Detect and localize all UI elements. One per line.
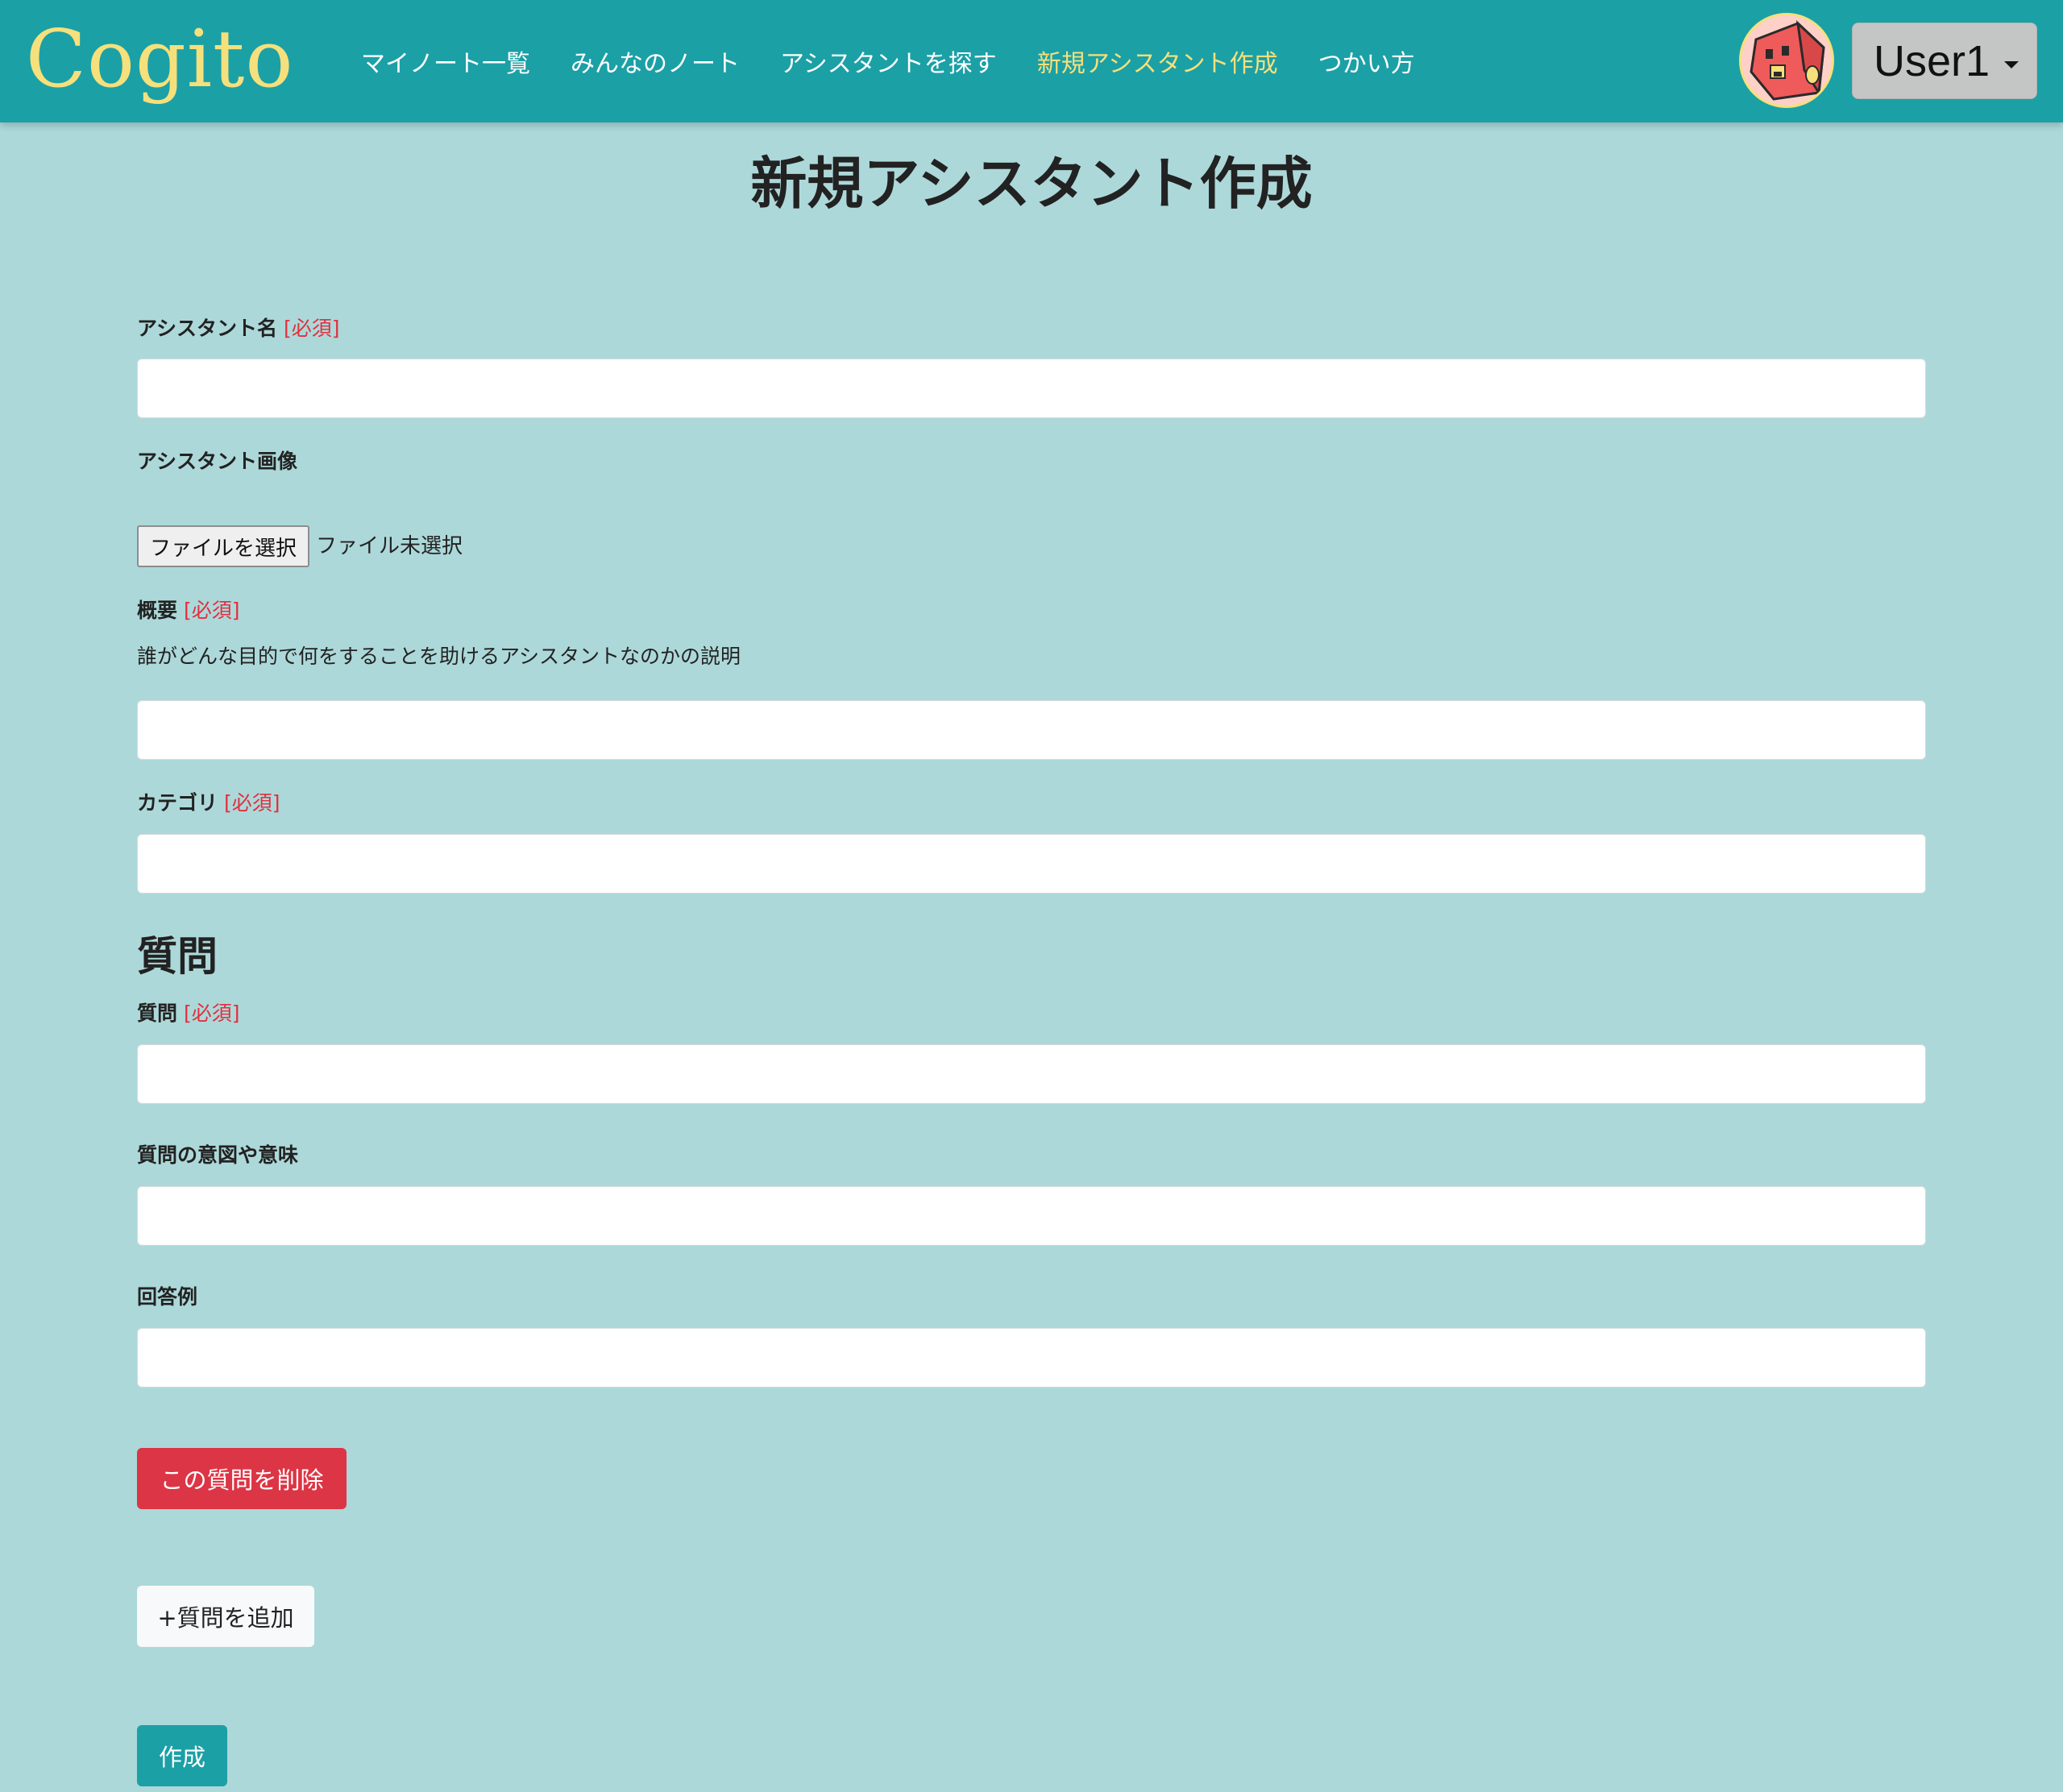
file-status-text: ファイル未選択 <box>316 534 463 558</box>
question-label-text: 質問 <box>137 1002 178 1025</box>
summary-label-text: 概要 <box>137 599 178 622</box>
answer-example-input[interactable] <box>137 1328 1926 1388</box>
user-menu-label: User1 <box>1874 36 1990 85</box>
nav-new-assistant[interactable]: 新規アシスタント作成 <box>1037 44 1278 79</box>
delete-question-button[interactable]: この質問を削除 <box>137 1448 347 1509</box>
add-question-button[interactable]: +質問を追加 <box>137 1586 314 1647</box>
question-intent-input[interactable] <box>137 1186 1926 1246</box>
file-select-button[interactable]: ファイルを選択 <box>137 525 310 567</box>
assistant-image-label-text: アシスタント画像 <box>137 450 298 473</box>
red-cube-character-avatar-icon <box>1741 15 1832 106</box>
main-nav: マイノート一覧 みんなのノート アシスタントを探す 新規アシスタント作成 つかい… <box>361 0 1455 122</box>
user-menu-button[interactable]: User1 <box>1852 23 2037 99</box>
caret-down-icon <box>2004 61 2019 68</box>
question-input[interactable] <box>137 1044 1926 1104</box>
required-badge: [必須] <box>224 791 280 815</box>
answer-example-label: 回答例 <box>137 1283 197 1312</box>
assistant-name-label-text: アシスタント名 <box>137 317 278 340</box>
required-badge: [必須] <box>184 599 240 622</box>
top-navbar: Cogito マイノート一覧 みんなのノート アシスタントを探す 新規アシスタン… <box>0 0 2063 122</box>
assistant-image-label: アシスタント画像 <box>137 447 297 476</box>
required-badge: [必須] <box>184 1002 240 1025</box>
brand-logo[interactable]: Cogito <box>26 11 293 108</box>
answer-example-label-text: 回答例 <box>137 1285 198 1309</box>
summary-input[interactable] <box>137 700 1926 760</box>
category-label: カテゴリ [必須] <box>137 789 280 818</box>
question-intent-label: 質問の意図や意味 <box>137 1141 298 1170</box>
create-button[interactable]: 作成 <box>137 1725 227 1786</box>
question-intent-label-text: 質問の意図や意味 <box>137 1143 299 1167</box>
category-label-text: カテゴリ <box>137 791 218 815</box>
nav-my-notes[interactable]: マイノート一覧 <box>361 44 530 79</box>
nav-everyone-notes[interactable]: みんなのノート <box>571 44 740 79</box>
assistant-name-input[interactable] <box>137 359 1926 418</box>
category-input[interactable] <box>137 834 1926 894</box>
assistant-name-label: アシスタント名 [必須] <box>137 314 340 343</box>
page-title: 新規アシスタント作成 <box>750 151 1313 217</box>
avatar[interactable] <box>1739 13 1834 108</box>
required-badge: [必須] <box>284 317 340 340</box>
question-label: 質問 [必須] <box>137 999 240 1028</box>
nav-how-to-use[interactable]: つかい方 <box>1318 44 1415 79</box>
summary-label: 概要 [必須] <box>137 596 240 625</box>
nav-find-assistant[interactable]: アシスタントを探す <box>780 44 997 79</box>
questions-heading: 質問 <box>137 933 218 980</box>
summary-help-text: 誰がどんな目的で何をすることを助けるアシスタントなのかの説明 <box>137 645 741 668</box>
